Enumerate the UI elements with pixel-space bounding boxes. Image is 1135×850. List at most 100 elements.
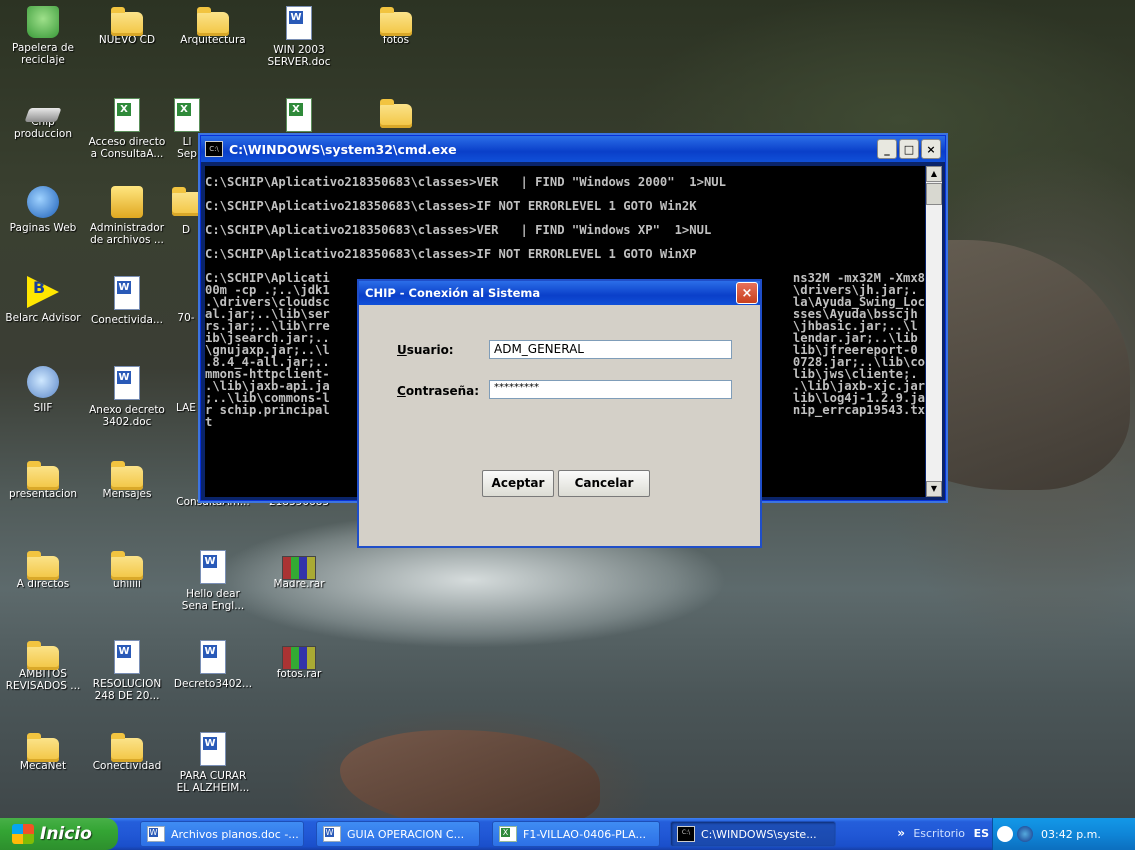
excel-document-icon — [499, 826, 517, 842]
chip-icon — [24, 108, 62, 122]
desktop-icon[interactable]: Madre.rar — [258, 550, 340, 590]
word-document-icon — [200, 732, 226, 766]
excel-document-icon — [286, 98, 312, 132]
desktop-icon[interactable]: Ll Sep — [172, 98, 202, 160]
folder-icon — [27, 551, 59, 580]
folder-icon — [111, 733, 143, 762]
language-indicator[interactable]: ES — [974, 818, 989, 850]
clock[interactable]: 03:42 p.m. — [1041, 828, 1101, 841]
folder-icon — [380, 99, 412, 128]
desktop-icon[interactable]: RESOLUCION 248 DE 20... — [86, 640, 168, 702]
desktop-icon[interactable]: Chip produccion — [2, 98, 84, 140]
desktop-icon[interactable] — [355, 98, 437, 128]
taskbar-item-label: GUIA OPERACION C... — [347, 827, 465, 841]
excel-document-icon — [114, 98, 140, 132]
desktop-icon[interactable]: Mensajes — [86, 460, 168, 500]
desktop-icon[interactable]: D — [172, 186, 200, 236]
password-input[interactable]: ********* — [489, 380, 732, 399]
desktop-icon[interactable]: Conectividad — [86, 732, 168, 772]
desktop-icon[interactable]: uhiiiii — [86, 550, 168, 590]
desktop-icon[interactable]: SIIF — [2, 366, 84, 414]
scroll-down-arrow-icon[interactable]: ▼ — [926, 481, 942, 497]
globe-icon — [27, 186, 59, 218]
rar-archive-icon — [282, 646, 316, 670]
desktop-icon[interactable]: A directos — [2, 550, 84, 590]
maximize-button[interactable]: □ — [899, 139, 919, 159]
usuario-label-text: suario: — [406, 343, 454, 357]
taskbar-item-active[interactable]: C:\ C:\WINDOWS\syste... — [670, 821, 836, 847]
dialog-close-button[interactable]: × — [736, 282, 758, 304]
desktop-icon[interactable]: Anexo decreto 3402.doc — [86, 366, 168, 428]
vertical-scrollbar[interactable]: ▲ ▼ — [926, 166, 942, 497]
network-icon[interactable] — [1017, 826, 1033, 842]
desktop-icon[interactable]: presentacion — [2, 460, 84, 500]
desktop-icon[interactable]: Administrador de archivos ... — [86, 186, 168, 246]
scroll-up-arrow-icon[interactable]: ▲ — [926, 166, 942, 182]
desktop-icon[interactable]: MecaNet — [2, 732, 84, 772]
desktop-icon[interactable]: Hello dear Sena Engl... — [172, 550, 254, 612]
word-document-icon — [114, 366, 140, 400]
folder-icon — [111, 461, 143, 490]
tray-expand-icon[interactable] — [997, 826, 1013, 842]
desktop-icon[interactable]: AMBITOS REVISADOS ... — [2, 640, 84, 692]
desktop-icon[interactable]: fotos.rar — [258, 640, 340, 680]
folder-icon — [197, 7, 229, 36]
cmd-titlebar[interactable]: C:\ C:\WINDOWS\system32\cmd.exe _ □ × — [201, 136, 945, 162]
word-document-icon — [200, 550, 226, 584]
desktop-icon[interactable]: PARA CURAR EL ALZHEIM... — [172, 732, 254, 794]
word-document-icon — [286, 6, 312, 40]
taskbar-item-label: F1-VILLAO-0406-PLA... — [523, 827, 646, 841]
desktop-icon[interactable]: 70- — [172, 276, 200, 324]
desktop-icon[interactable] — [258, 98, 340, 136]
dialog-title: CHIP - Conexión al Sistema — [365, 286, 541, 300]
close-button[interactable]: × — [921, 139, 941, 159]
scroll-thumb[interactable] — [926, 183, 942, 205]
taskbar: Inicio Archivos planos.doc -... GUIA OPE… — [0, 818, 1135, 850]
taskbar-item-label: C:\WINDOWS\syste... — [701, 827, 817, 841]
folder-icon — [27, 641, 59, 670]
login-dialog[interactable]: CHIP - Conexión al Sistema × Usuario: AD… — [357, 279, 762, 548]
word-document-icon — [114, 640, 140, 674]
desktop-toolbar-label[interactable]: Escritorio — [913, 818, 965, 850]
console-line: nip_errcap19543.tx — [792, 403, 925, 417]
desktop-icon[interactable]: Conectivida... — [86, 276, 168, 326]
cancel-button[interactable]: Cancelar — [558, 470, 650, 497]
toolbar-chevron-icon[interactable]: » — [897, 818, 905, 850]
excel-document-icon — [174, 98, 200, 132]
console-right-column: ns32M -mx32M -Xmx8 \drivers\jh.jar;. la\… — [793, 272, 925, 428]
password-label-text: ontraseña: — [405, 384, 480, 398]
taskbar-item[interactable]: Archivos planos.doc -... — [140, 821, 304, 847]
word-document-icon — [200, 640, 226, 674]
accept-button[interactable]: Aceptar — [482, 470, 554, 497]
recycle-bin-icon — [27, 6, 59, 38]
desktop-icon[interactable]: Papelera de reciclaje — [2, 6, 84, 66]
taskbar-item[interactable]: GUIA OPERACION C... — [316, 821, 480, 847]
password-mnemonic: C — [397, 384, 406, 398]
folder-icon — [27, 461, 59, 490]
rar-archive-icon — [282, 556, 316, 580]
desktop-icon[interactable]: Belarc Advisor — [2, 276, 84, 324]
folder-icon — [380, 7, 412, 36]
system-tray: 03:42 p.m. — [992, 818, 1135, 850]
console-left-column: C:\SCHIP\Aplicati 00m -cp .;..\jdk1 .\dr… — [205, 272, 330, 428]
siif-icon — [27, 366, 59, 398]
usuario-input[interactable]: ADM_GENERAL — [489, 340, 732, 359]
minimize-button[interactable]: _ — [877, 139, 897, 159]
desktop-icon[interactable]: LAE — [172, 366, 200, 414]
taskbar-item[interactable]: F1-VILLAO-0406-PLA... — [492, 821, 660, 847]
start-label: Inicio — [40, 824, 92, 844]
cmd-icon: C:\ — [205, 141, 223, 157]
desktop-icon[interactable]: Acceso directo a ConsultaA... — [86, 98, 168, 160]
word-document-icon — [172, 276, 200, 308]
console-line: C:\SCHIP\Aplicativo218350683\classes>VER… — [205, 223, 712, 237]
desktop-icon[interactable]: fotos — [355, 6, 437, 46]
start-button[interactable]: Inicio — [0, 818, 118, 850]
desktop-icon[interactable]: WIN 2003 SERVER.doc — [258, 6, 340, 68]
desktop-icon[interactable]: Arquitectura — [172, 6, 254, 46]
desktop-icon[interactable]: NUEVO CD — [86, 6, 168, 46]
folder-icon — [27, 733, 59, 762]
desktop-icon[interactable]: Decreto3402... — [172, 640, 254, 690]
dialog-titlebar[interactable]: CHIP - Conexión al Sistema × — [359, 281, 760, 305]
console-line: C:\SCHIP\Aplicativo218350683\classes>VER… — [205, 175, 726, 189]
desktop-icon[interactable]: Paginas Web — [2, 186, 84, 234]
